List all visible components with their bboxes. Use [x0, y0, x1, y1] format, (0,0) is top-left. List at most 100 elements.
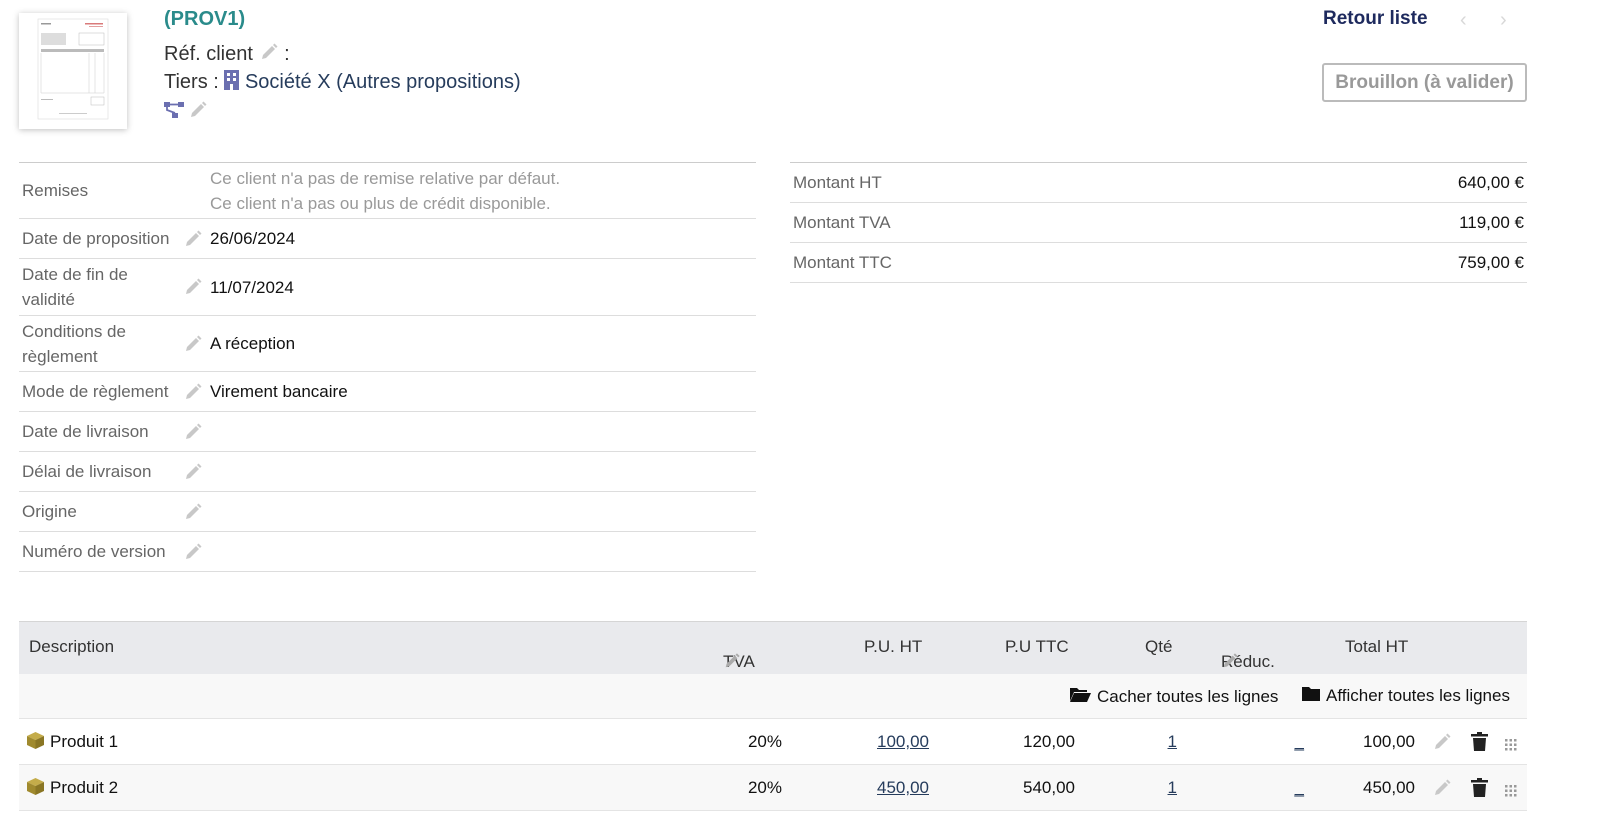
ref-client-label: Réf. client [164, 43, 253, 65]
pencil-icon[interactable] [179, 277, 207, 297]
amount-value: 640,00 € [1457, 172, 1524, 192]
field-row-date-proposition: Date de proposition 26/06/2024 [19, 219, 756, 259]
column-header-description: Description [29, 637, 115, 656]
proposal-reference: (PROV1) [164, 8, 246, 30]
other-proposals-link[interactable]: (Autres propositions) [336, 71, 521, 93]
amount-value: 119,00 € [1459, 212, 1524, 232]
line-reduc-link[interactable]: _ [1269, 778, 1304, 798]
back-to-list-link[interactable]: Retour liste [1323, 8, 1428, 30]
line-total-ht: 100,00 [1363, 732, 1415, 751]
column-header-pu-ttc: P.U TTC [1005, 637, 1069, 656]
column-header-pu-ht: P.U. HT [864, 637, 923, 656]
amount-label: Montant TVA [793, 212, 891, 232]
field-row-delai-livraison: Délai de livraison [19, 452, 756, 492]
amounts-table: Montant HT 640,00 € Montant TVA 119,00 €… [790, 162, 1527, 283]
field-label: Conditions de règlement [22, 321, 126, 366]
field-row-remises: Remises Ce client n'a pas de remise rela… [19, 163, 756, 219]
pencil-icon[interactable] [179, 229, 207, 249]
proposal-fields-table: Remises Ce client n'a pas de remise rela… [19, 162, 756, 572]
pencil-icon[interactable] [259, 42, 279, 62]
pencil-icon[interactable] [1432, 732, 1452, 757]
field-label: Date de proposition [22, 229, 170, 248]
company-link[interactable]: Société X [224, 70, 336, 96]
field-label: Délai de livraison [22, 462, 152, 481]
pencil-icon[interactable] [179, 422, 207, 442]
field-row-numero-version: Numéro de version [19, 532, 756, 572]
field-value: Virement bancaire [210, 382, 348, 401]
project-row [164, 100, 208, 125]
field-row-origine: Origine [19, 492, 756, 532]
folder-open-icon [1070, 686, 1091, 707]
trash-icon[interactable] [1471, 732, 1488, 756]
lines-table-header: Description TVA P.U. HT P.U TTC Qté Rédu… [19, 621, 1527, 674]
pencil-icon[interactable] [179, 334, 207, 354]
amount-label: Montant HT [793, 172, 882, 192]
field-value: Ce client n'a pas de remise relative par… [207, 166, 756, 216]
line-total-ht: 450,00 [1363, 778, 1415, 797]
field-value: 26/06/2024 [210, 229, 296, 248]
remise-info: Ce client n'a pas de remise relative par… [210, 168, 561, 188]
pencil-icon[interactable] [179, 462, 207, 482]
tiers-label: Tiers : [164, 71, 219, 93]
field-label: Date de fin de validité [22, 265, 128, 309]
line-pu-ht-link[interactable]: 450,00 [849, 778, 929, 798]
next-record-arrow-icon[interactable]: › [1500, 9, 1507, 32]
field-value: A réception [210, 334, 296, 353]
show-all-lines-button[interactable]: Afficher toutes les lignes [1302, 686, 1510, 706]
line-tva: 20% [747, 778, 782, 797]
field-label: Remises [22, 181, 89, 200]
drag-handle-icon[interactable] [1505, 736, 1517, 756]
status-badge[interactable]: Brouillon (à valider) [1322, 63, 1527, 102]
field-value: 11/07/2024 [210, 277, 294, 297]
folder-icon [1302, 686, 1320, 706]
document-preview-thumbnail[interactable] [19, 13, 127, 129]
table-row: Produit 1 20% 100,00 120,00 1 _ 100,00 [19, 719, 1527, 765]
ref-client-row: Réf. client : [164, 42, 290, 66]
amount-row-ttc: Montant TTC 759,00 € [790, 243, 1527, 283]
previous-record-arrow-icon[interactable]: ‹ [1460, 9, 1467, 32]
pencil-icon[interactable] [723, 652, 741, 675]
field-row-conditions-reglement: Conditions de règlement A réception [19, 316, 756, 372]
line-tva: 20% [747, 732, 782, 751]
pencil-icon[interactable] [1221, 652, 1239, 675]
field-row-mode-reglement: Mode de règlement Virement bancaire [19, 372, 756, 412]
pencil-icon[interactable] [188, 100, 208, 125]
trash-icon[interactable] [1471, 778, 1488, 802]
lines-toggle-row: Cacher toutes les lignes Afficher toutes… [19, 674, 1527, 719]
product-label: Produit 2 [50, 778, 119, 797]
field-label: Numéro de version [22, 542, 166, 561]
tiers-row: Tiers : Société X (Autres propositions) [164, 70, 521, 96]
line-pu-ttc: 120,00 [1023, 732, 1075, 751]
hide-all-lines-button[interactable]: Cacher toutes les lignes [1070, 686, 1278, 707]
drag-handle-icon[interactable] [1505, 782, 1517, 802]
line-qty-link[interactable]: 1 [1139, 778, 1177, 798]
project-tree-icon[interactable] [164, 100, 186, 125]
line-pu-ttc: 540,00 [1023, 778, 1075, 797]
column-header-total-ht: Total HT [1345, 637, 1409, 656]
field-label: Origine [22, 502, 77, 521]
pencil-icon[interactable] [179, 502, 207, 522]
field-row-date-fin-validite: Date de fin de validité 11/07/2024 [19, 259, 756, 316]
amount-row-tva: Montant TVA 119,00 € [790, 203, 1527, 243]
field-label: Mode de règlement [22, 382, 169, 401]
product-box-icon [26, 777, 45, 801]
amount-label: Montant TTC [793, 252, 892, 272]
pencil-icon[interactable] [179, 382, 207, 402]
line-pu-ht-link[interactable]: 100,00 [849, 732, 929, 752]
line-reduc-link[interactable]: _ [1269, 732, 1304, 752]
credit-info: Ce client n'a pas ou plus de crédit disp… [210, 193, 551, 213]
product-label: Produit 1 [50, 732, 119, 751]
hide-all-lines-label: Cacher toutes les lignes [1097, 686, 1279, 706]
pencil-icon[interactable] [1432, 778, 1452, 803]
product-box-icon [26, 731, 45, 755]
field-row-date-livraison: Date de livraison [19, 412, 756, 452]
company-name: Société X [244, 71, 331, 93]
table-row: Produit 2 20% 450,00 540,00 1 _ 450,00 [19, 765, 1527, 811]
building-icon [224, 70, 240, 96]
show-all-lines-label: Afficher toutes les lignes [1326, 686, 1510, 705]
field-label: Date de livraison [22, 422, 149, 441]
amount-value: 759,00 € [1457, 252, 1524, 272]
pencil-icon[interactable] [179, 542, 207, 562]
line-qty-link[interactable]: 1 [1139, 732, 1177, 752]
ref-client-colon: : [284, 43, 290, 65]
